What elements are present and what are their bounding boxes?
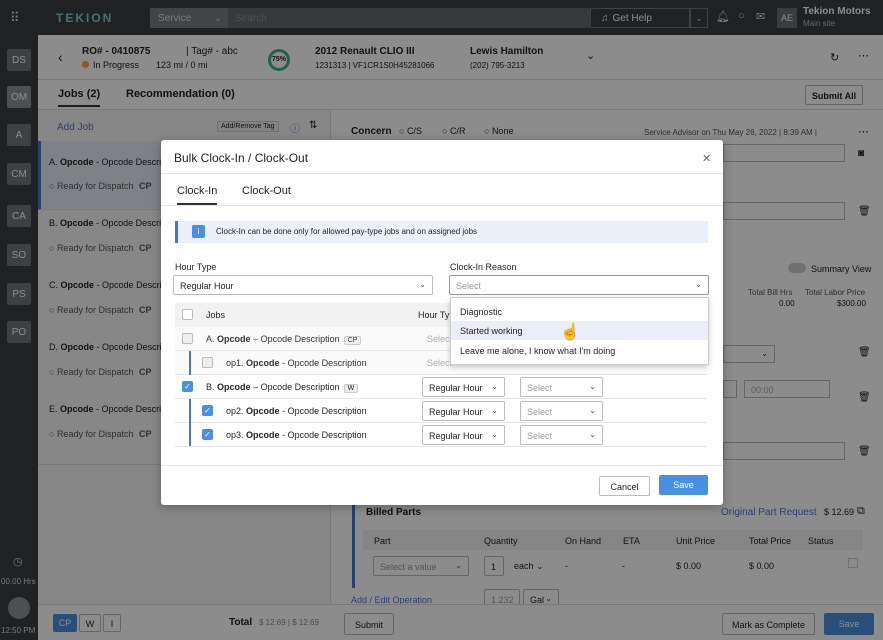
divider — [161, 173, 723, 174]
table-row: ✓ op2. Opcode - Opcode Description Regul… — [175, 399, 707, 447]
hour-type-select[interactable]: Regular Hour ⌄ — [173, 275, 433, 295]
info-icon: i — [192, 225, 205, 238]
modal-backdrop — [0, 0, 883, 35]
clock-in-reason-label: Clock-In Reason — [450, 262, 517, 272]
info-text: Clock-In can be done only for allowed pa… — [216, 227, 478, 236]
clock-in-reason-select[interactable]: Select ⌄ — [449, 275, 709, 295]
hour-type-row-select[interactable]: Regular Hour ⌄ — [422, 401, 505, 421]
divider — [161, 465, 723, 466]
modal-backdrop — [38, 35, 883, 110]
select-all-checkbox[interactable] — [182, 309, 193, 320]
dropdown-option-leave-me-alone[interactable]: Leave me alone, I know what I'm doing — [451, 341, 708, 360]
reason-row-select[interactable]: Select ⌄ — [520, 377, 603, 397]
modal-backdrop — [0, 35, 38, 640]
modal-backdrop — [38, 604, 883, 640]
modal-save-button[interactable]: Save — [659, 475, 708, 495]
close-icon[interactable]: ✕ — [702, 152, 711, 165]
table-row: ✓ B. Opcode – Opcode Description W Regula… — [175, 375, 707, 399]
cancel-button[interactable]: Cancel — [599, 476, 650, 496]
table-header: Jobs Hour Ty — [175, 303, 450, 327]
tab-clock-out[interactable]: Clock-Out — [242, 185, 291, 197]
row-checkbox[interactable]: ✓ — [202, 405, 213, 416]
col-jobs: Jobs — [206, 310, 226, 320]
row-checkbox[interactable] — [182, 333, 193, 344]
hour-type-label: Hour Type — [175, 262, 217, 272]
hour-type-row-select[interactable]: Regular Hour ⌄ — [422, 377, 505, 397]
table-row: ✓ op3. Opcode - Opcode Description Regul… — [175, 423, 707, 447]
row-checkbox[interactable] — [202, 357, 213, 368]
modal-title: Bulk Clock-In / Clock-Out — [174, 151, 309, 165]
hour-type-row-select[interactable]: Regular Hour ⌄ — [422, 425, 505, 445]
col-hour-type: Hour Ty — [418, 310, 450, 320]
tab-clock-in[interactable]: Clock-In — [177, 185, 218, 205]
dropdown-option-diagnostic[interactable]: Diagnostic — [451, 302, 708, 321]
info-banner: i Clock-In can be done only for allowed … — [175, 221, 708, 243]
row-checkbox[interactable]: ✓ — [202, 429, 213, 440]
reason-row-select[interactable]: Select ⌄ — [520, 401, 603, 421]
row-checkbox[interactable]: ✓ — [182, 381, 193, 392]
reason-row-select[interactable]: Select ⌄ — [520, 425, 603, 445]
divider — [161, 205, 723, 206]
hand-cursor-icon: ☝ — [560, 324, 580, 341]
